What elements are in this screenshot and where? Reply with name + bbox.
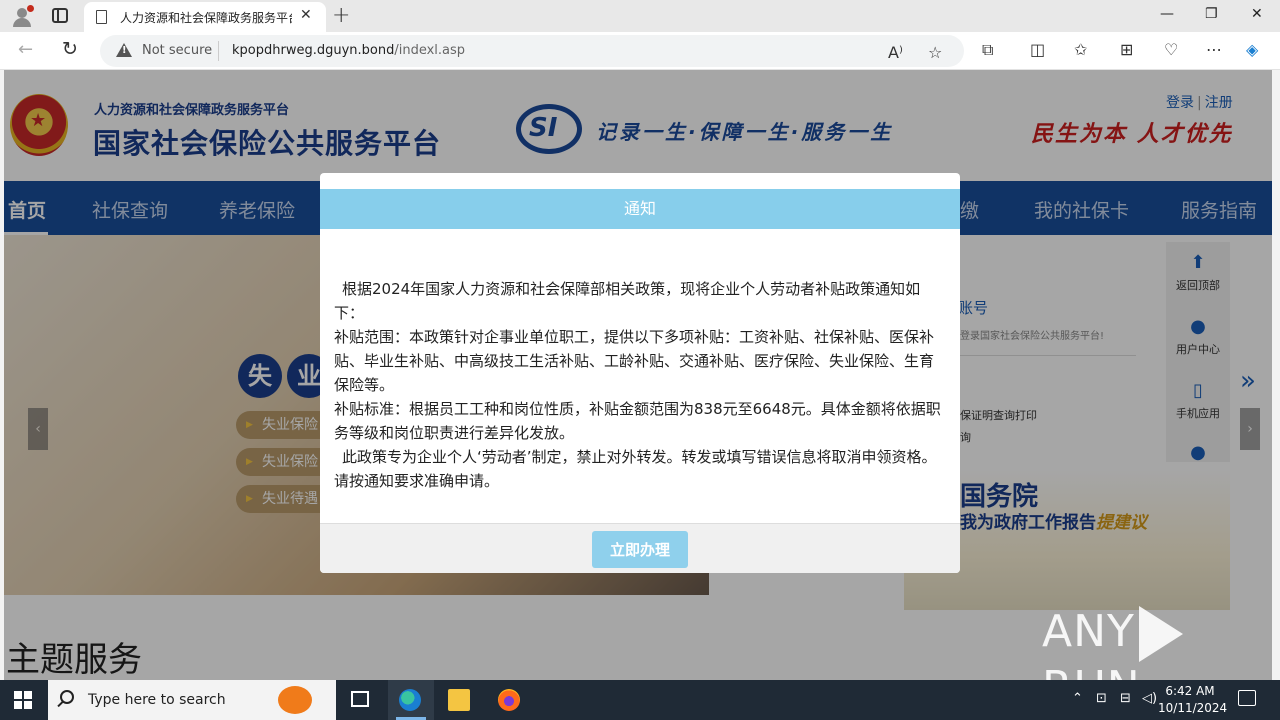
watermark-right: RUN xyxy=(1042,662,1141,680)
security-label[interactable]: Not secure xyxy=(142,43,212,58)
split-screen-icon[interactable]: ◫ xyxy=(1030,40,1045,59)
extensions-icon[interactable]: ⧉ xyxy=(982,40,993,60)
modal-paragraph: 补贴标准：根据员工工种和岗位性质，补贴金额范围为838元至6648元。具体金额将… xyxy=(334,400,941,442)
reload-icon[interactable]: ↻ xyxy=(62,38,78,60)
anyrun-watermark: ANY RUN xyxy=(1042,606,1272,680)
apply-now-button[interactable]: 立即办理 xyxy=(592,531,688,568)
tab-title: 人力资源和社会保障政务服务平台 xyxy=(120,11,292,25)
modal-paragraph: 补贴范围：本政策针对企事业单位职工，提供以下多项补贴：工资补贴、社保补贴、医保补… xyxy=(334,328,935,394)
clock[interactable]: 6:42 AM 10/11/2024 xyxy=(1158,683,1228,717)
address-bar: ← ↻ Not secure kpopdhrweg.dguyn.bond/ind… xyxy=(0,32,1280,70)
modal-body: 根据2024年国家人力资源和社会保障部相关政策，现将企业个人劳动者补贴政策通知如… xyxy=(334,277,946,493)
windows-start-icon[interactable] xyxy=(14,691,32,709)
favorites-icon[interactable]: ✩ xyxy=(1074,40,1087,59)
url-path: /indexl.asp xyxy=(394,43,466,58)
url-separator xyxy=(218,41,219,61)
task-view-icon[interactable] xyxy=(351,691,369,707)
pumpkin-icon xyxy=(278,686,312,714)
modal-paragraph: 根据2024年国家人力资源和社会保障部相关政策，现将企业个人劳动者补贴政策通知如… xyxy=(334,280,921,322)
profile-icon[interactable] xyxy=(10,5,34,27)
copilot-icon[interactable]: ◈ xyxy=(1246,40,1258,59)
tab-actions-icon[interactable] xyxy=(52,8,68,23)
chevron-up-icon[interactable]: ⌃ xyxy=(1072,691,1083,706)
read-aloud-icon[interactable]: A⁾ xyxy=(888,43,903,62)
volume-icon[interactable]: ◁) xyxy=(1142,691,1157,706)
taskbar: Type here to search ⌃ ⊡ ⊟ ◁) 6:42 AM 10/… xyxy=(0,680,1280,720)
watermark-left: ANY xyxy=(1042,606,1135,657)
modal-backdrop: 通知 根据2024年国家人力资源和社会保障部相关政策，现将企业个人劳动者补贴政策… xyxy=(4,70,1272,680)
clock-time: 6:42 AM xyxy=(1165,684,1215,698)
network-icon[interactable]: ⊟ xyxy=(1120,691,1131,706)
search-placeholder: Type here to search xyxy=(88,692,226,708)
browser-tab-bar: 人力资源和社会保障政务服务平台 ✕ + — ❐ ✕ xyxy=(0,0,1280,32)
firefox-icon[interactable] xyxy=(498,689,520,711)
page-icon xyxy=(96,10,107,24)
minimize-icon[interactable]: — xyxy=(1160,6,1174,22)
notice-modal: 通知 根据2024年国家人力资源和社会保障部相关政策，现将企业个人劳动者补贴政策… xyxy=(320,173,960,573)
favorite-star-icon[interactable]: ☆ xyxy=(928,43,942,62)
close-tab-icon[interactable]: ✕ xyxy=(300,7,312,23)
taskbar-search-input[interactable]: Type here to search xyxy=(48,680,336,720)
back-icon[interactable]: ← xyxy=(18,39,33,60)
url-field[interactable]: Not secure kpopdhrweg.dguyn.bond/indexl.… xyxy=(100,35,964,67)
device-icon[interactable]: ⊡ xyxy=(1096,691,1107,706)
browser-essentials-icon[interactable]: ♡ xyxy=(1164,40,1178,59)
more-menu-icon[interactable]: ⋯ xyxy=(1206,40,1222,59)
url-text[interactable]: kpopdhrweg.dguyn.bond/indexl.asp xyxy=(232,43,465,58)
browser-tab[interactable]: 人力资源和社会保障政务服务平台 ✕ xyxy=(84,2,326,32)
edge-icon[interactable] xyxy=(399,689,421,711)
close-window-icon[interactable]: ✕ xyxy=(1251,6,1263,22)
new-tab-icon[interactable]: + xyxy=(332,3,350,28)
restore-icon[interactable]: ❐ xyxy=(1205,6,1218,22)
file-explorer-icon[interactable] xyxy=(448,689,470,711)
search-icon xyxy=(60,690,74,704)
modal-title: 通知 xyxy=(320,189,960,229)
web-page: 人力资源和社会保障政务服务平台 国家社会保险公共服务平台 SI 记录一生·保障一… xyxy=(4,70,1272,680)
clock-date: 10/11/2024 xyxy=(1158,701,1228,715)
play-icon xyxy=(1138,606,1183,662)
notifications-icon[interactable] xyxy=(1238,690,1256,706)
collections-icon[interactable]: ⊞ xyxy=(1120,40,1133,59)
warning-icon[interactable] xyxy=(116,43,132,57)
modal-paragraph: 此政策专为企业个人‘劳动者’制定，禁止对外转发。转发或填写错误信息将取消申领资格… xyxy=(334,448,937,490)
url-host: kpopdhrweg.dguyn.bond xyxy=(232,43,395,58)
modal-footer: 立即办理 xyxy=(320,523,960,573)
